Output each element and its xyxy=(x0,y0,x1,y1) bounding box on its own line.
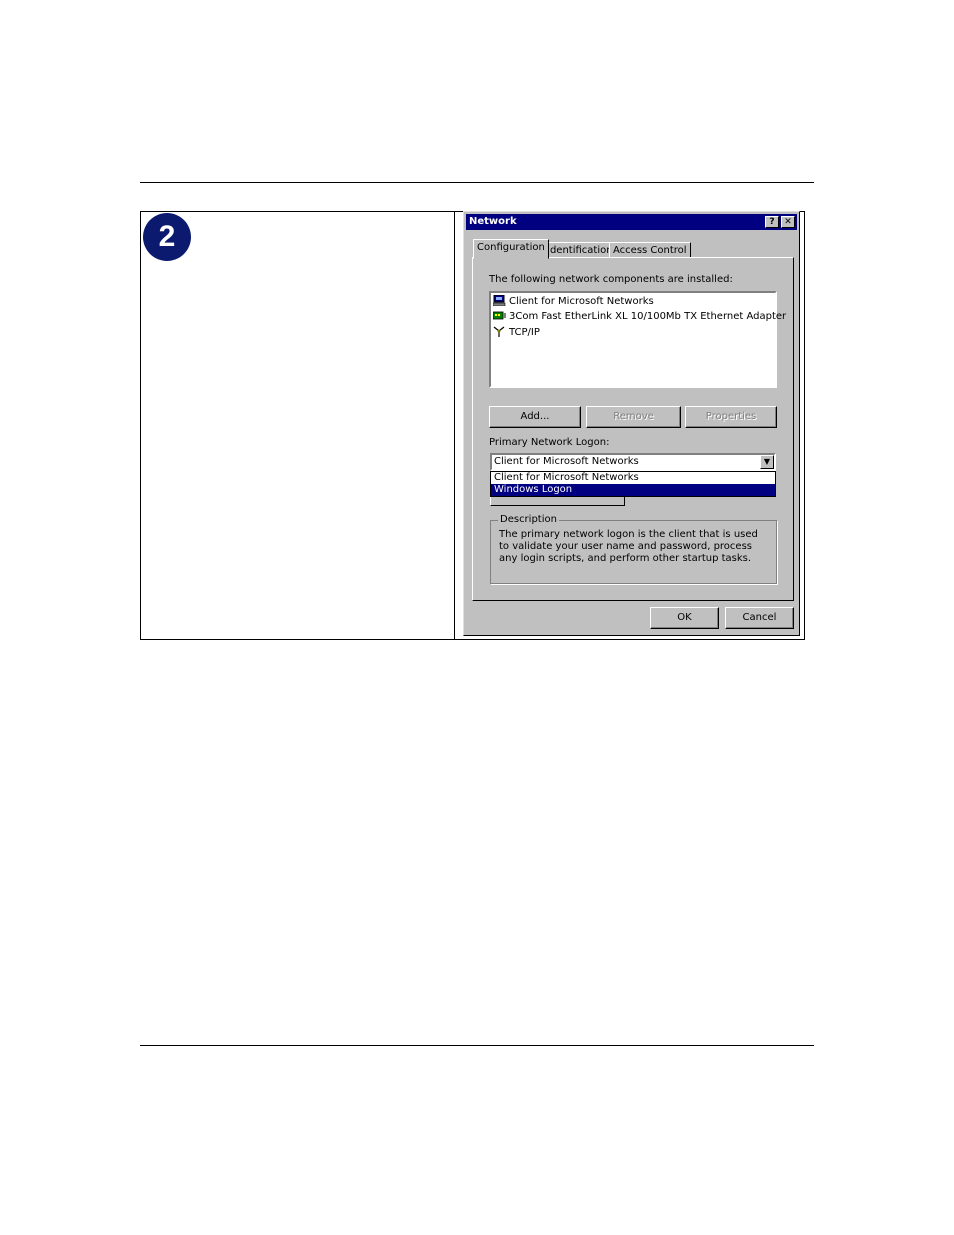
network-dialog: Network ? ✕ Configuration Identification… xyxy=(463,211,800,636)
remove-button[interactable]: Remove xyxy=(586,406,681,428)
adapter-icon xyxy=(493,311,506,320)
properties-button[interactable]: Properties xyxy=(685,406,777,428)
protocol-icon xyxy=(493,326,505,337)
list-item[interactable]: TCP/IP xyxy=(493,326,540,341)
dialog-title: Network xyxy=(469,216,517,227)
step-divider xyxy=(454,211,455,640)
tab-configuration[interactable]: Configuration xyxy=(473,239,549,259)
help-button[interactable]: ? xyxy=(765,216,779,228)
components-label: The following network components are ins… xyxy=(489,274,733,285)
description-group: Description The primary network logon is… xyxy=(490,514,777,584)
bottom-rule xyxy=(140,1045,814,1046)
dropdown-option-windows-logon[interactable]: Windows Logon xyxy=(491,484,775,496)
client-icon xyxy=(493,295,506,306)
primary-logon-label: Primary Network Logon: xyxy=(489,437,610,448)
chevron-down-icon[interactable]: ▼ xyxy=(760,455,774,469)
list-item-label: Client for Microsoft Networks xyxy=(509,296,654,307)
add-button[interactable]: Add... xyxy=(489,406,581,428)
cancel-button[interactable]: Cancel xyxy=(725,607,794,629)
list-item-label: 3Com Fast EtherLink XL 10/100Mb TX Ether… xyxy=(509,311,787,322)
list-item[interactable]: 3Com Fast EtherLink XL 10/100Mb TX Ether… xyxy=(493,310,786,325)
primary-logon-select[interactable]: Client for Microsoft Networks ▼ xyxy=(490,453,776,471)
ok-button[interactable]: OK xyxy=(650,607,719,629)
list-item-label: TCP/IP xyxy=(509,327,540,338)
list-item[interactable]: Client for Microsoft Networks xyxy=(493,295,654,310)
top-rule xyxy=(140,182,814,183)
step-number-badge: 2 xyxy=(143,213,191,261)
components-list[interactable]: Client for Microsoft Networks 3Com Fast … xyxy=(489,291,786,388)
description-text: The primary network logon is the client … xyxy=(499,529,758,564)
description-title: Description xyxy=(498,514,559,525)
logon-dropdown-list[interactable]: Client for Microsoft Networks Windows Lo… xyxy=(490,471,776,497)
primary-logon-value: Client for Microsoft Networks xyxy=(494,456,639,467)
dropdown-option-client[interactable]: Client for Microsoft Networks xyxy=(491,472,775,484)
close-button[interactable]: ✕ xyxy=(781,216,795,228)
title-bar[interactable]: Network ? ✕ xyxy=(466,214,797,230)
